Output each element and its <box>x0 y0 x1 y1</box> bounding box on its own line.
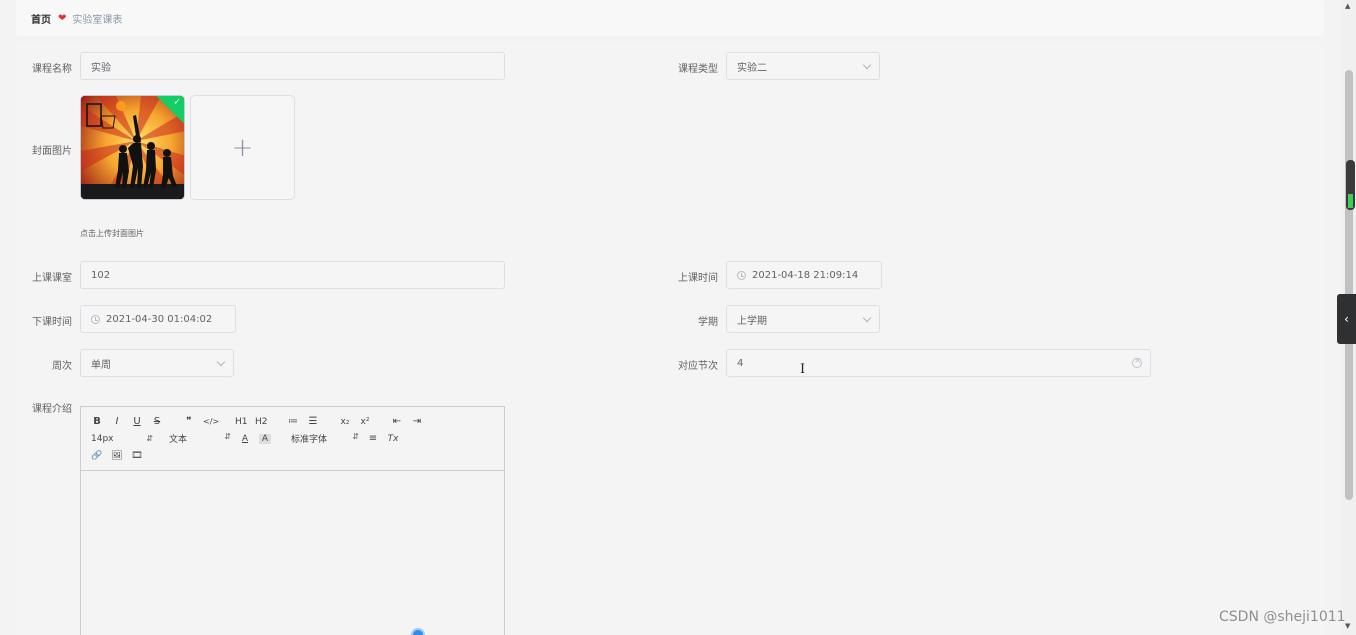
superscript-icon[interactable]: x² <box>359 417 371 427</box>
scroll-down-icon[interactable]: ▼ <box>1345 622 1350 630</box>
classroom-label: 上课课室 <box>32 273 72 284</box>
outdent-icon[interactable]: ⇤ <box>391 416 403 427</box>
end-time-picker[interactable]: 2021-04-30 01:04:02 <box>80 305 236 333</box>
start-time-value: 2021-04-18 21:09:14 <box>752 269 859 281</box>
block-format-value: 文本 <box>169 435 188 445</box>
clock-icon <box>737 270 746 280</box>
drawer-toggle[interactable]: ‹ <box>1337 294 1356 344</box>
plus-icon: + <box>231 132 254 163</box>
ordered-list-icon[interactable]: ≔ <box>287 416 299 427</box>
course-name-input[interactable]: 实验 <box>80 52 505 80</box>
course-name-label: 课程名称 <box>32 64 72 75</box>
course-type-value: 实验二 <box>737 62 767 74</box>
italic-icon[interactable]: I <box>111 416 123 427</box>
clock-icon <box>91 314 100 324</box>
scroll-thumb[interactable] <box>1345 70 1353 500</box>
toolbar-row-3: 🔗 🖼 🎞 <box>91 447 496 464</box>
align-icon[interactable]: ≡ <box>367 433 379 444</box>
blockquote-icon[interactable]: ❞ <box>183 416 195 427</box>
heart-icon: ❤ <box>58 12 67 24</box>
background-color-icon[interactable]: A <box>259 433 271 444</box>
classroom-value: 102 <box>91 269 111 281</box>
week-value: 单周 <box>91 359 111 371</box>
course-name-value: 实验 <box>91 62 111 74</box>
video-icon[interactable]: 🎞 <box>131 451 143 461</box>
week-label: 周次 <box>52 361 72 372</box>
editor-content[interactable] <box>81 471 504 635</box>
underline-icon[interactable]: U <box>131 416 143 427</box>
week-select[interactable]: 单周 <box>80 349 234 377</box>
image-icon[interactable]: 🖼 <box>111 451 123 461</box>
chevron-down-icon <box>862 313 872 323</box>
breadcrumb-current: 实验室课表 <box>72 14 123 26</box>
semester-select[interactable]: 上学期 <box>726 305 880 333</box>
check-icon: ✓ <box>173 97 181 108</box>
toolbar-row-2: 14px ⇵ 文本 ⇵ A A 标准字体 ⇵ ≡ Tx <box>91 430 496 447</box>
rich-text-editor: B I U S ❞ </> H1 H2 ≔ ☰ x₂ x² ⇤ ⇥ 14px ⇵ … <box>80 406 505 635</box>
font-family-value: 标准字体 <box>291 435 328 445</box>
end-time-label: 下课时间 <box>32 317 72 328</box>
start-time-label: 上课时间 <box>678 273 718 284</box>
end-time-value: 2021-04-30 01:04:02 <box>106 313 213 325</box>
watermark: CSDN @sheji1011 <box>1219 609 1346 625</box>
semester-value: 上学期 <box>737 315 767 327</box>
section-value: 4 <box>737 357 744 369</box>
breadcrumb-home[interactable]: 首页 <box>31 11 51 26</box>
font-color-icon[interactable]: A <box>239 434 251 444</box>
indent-icon[interactable]: ⇥ <box>411 416 423 427</box>
bullet-list-icon[interactable]: ☰ <box>307 416 319 427</box>
floating-dot[interactable] <box>411 628 425 635</box>
section-label: 对应节次 <box>678 361 718 372</box>
updown-icon: ⇵ <box>224 432 231 441</box>
chevron-down-icon <box>216 357 226 367</box>
text-cursor-icon: I <box>800 362 806 377</box>
section-input[interactable]: 4 <box>726 349 1151 377</box>
updown-icon: ⇵ <box>352 432 359 441</box>
strikethrough-icon[interactable]: S <box>151 416 163 427</box>
code-block-icon[interactable]: </> <box>203 417 219 426</box>
start-time-picker[interactable]: 2021-04-18 21:09:14 <box>726 261 882 289</box>
font-size-value: 14px <box>91 433 114 444</box>
scroll-up-icon[interactable]: ▲ <box>1345 2 1350 10</box>
toolbar-row-1: B I U S ❞ </> H1 H2 ≔ ☰ x₂ x² ⇤ ⇥ <box>91 413 496 430</box>
bold-icon[interactable]: B <box>91 416 103 427</box>
chevron-left-icon: ‹ <box>1344 312 1349 326</box>
course-type-select[interactable]: 实验二 <box>726 52 880 80</box>
clear-icon[interactable] <box>1132 356 1142 368</box>
editor-toolbar: B I U S ❞ </> H1 H2 ≔ ☰ x₂ x² ⇤ ⇥ 14px ⇵ … <box>81 407 504 471</box>
course-type-label: 课程类型 <box>678 64 718 75</box>
updown-icon: ⇵ <box>146 433 153 443</box>
font-size-select[interactable]: 14px ⇵ <box>91 434 153 444</box>
link-icon[interactable]: 🔗 <box>91 451 103 461</box>
font-family-select[interactable]: 标准字体 ⇵ <box>291 432 359 445</box>
cover-label: 封面图片 <box>32 146 72 157</box>
block-format-select[interactable]: 文本 ⇵ <box>169 432 231 445</box>
header-2-icon[interactable]: H2 <box>255 417 268 427</box>
basketball-image <box>81 96 184 199</box>
breadcrumb: 首页 ❤ 实验室课表 <box>16 0 1324 36</box>
cover-image[interactable]: ✓ <box>80 95 185 200</box>
subscript-icon[interactable]: x₂ <box>339 417 351 427</box>
chevron-down-icon <box>862 60 872 70</box>
header-1-icon[interactable]: H1 <box>235 417 248 427</box>
upload-button[interactable]: + <box>190 95 295 200</box>
side-handle[interactable] <box>1346 160 1355 210</box>
classroom-input[interactable]: 102 <box>80 261 505 289</box>
semester-label: 学期 <box>698 317 718 328</box>
intro-label: 课程介绍 <box>32 404 72 415</box>
clear-format-icon[interactable]: Tx <box>387 434 399 444</box>
upload-tip: 点击上传封面图片 <box>80 229 144 238</box>
